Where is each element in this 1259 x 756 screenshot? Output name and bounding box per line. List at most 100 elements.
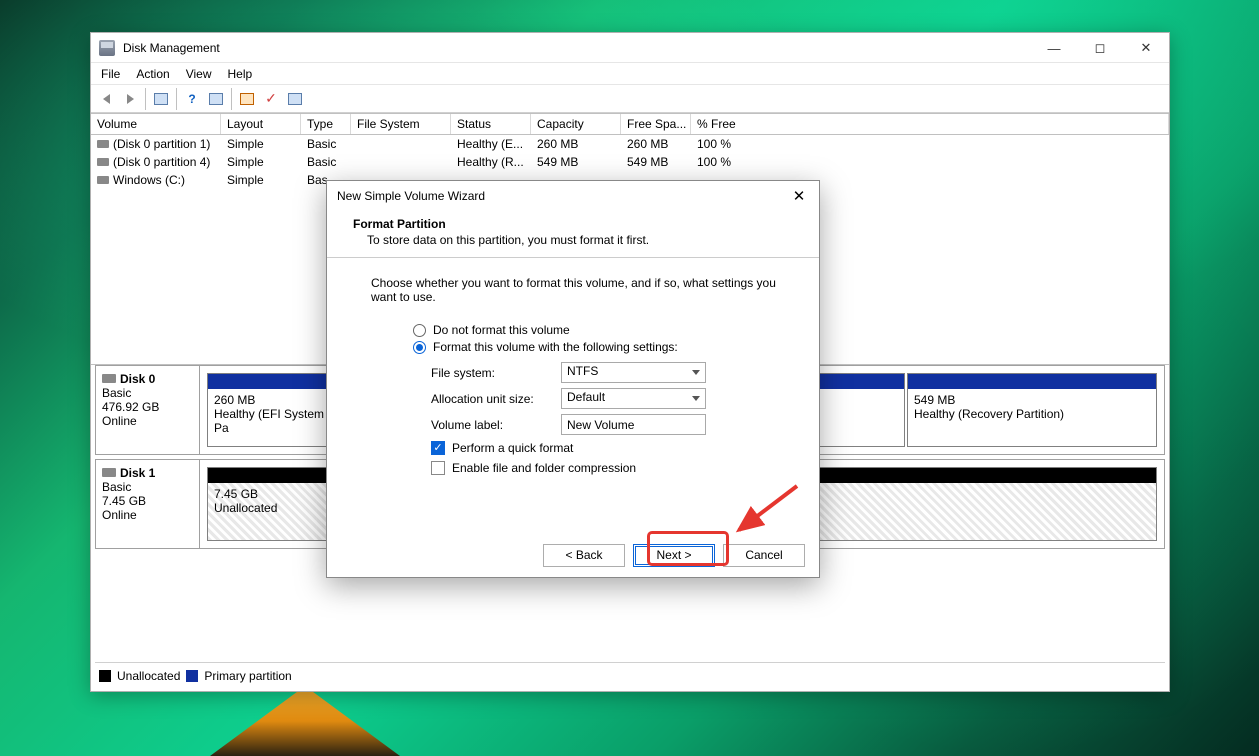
- volume-icon: [97, 158, 109, 166]
- disk-name: Disk 0: [120, 372, 155, 386]
- col-capacity[interactable]: Capacity: [531, 114, 621, 134]
- app-icon: [99, 40, 115, 56]
- table-row[interactable]: (Disk 0 partition 1) Simple Basic Health…: [91, 135, 1169, 153]
- field-label: File system:: [431, 366, 561, 380]
- col-layout[interactable]: Layout: [221, 114, 301, 134]
- volume-table-header: Volume Layout Type File System Status Ca…: [91, 113, 1169, 135]
- dialog-body: Choose whether you want to format this v…: [327, 258, 819, 533]
- checkbox-label: Perform a quick format: [452, 441, 573, 455]
- cell: Simple: [221, 172, 301, 188]
- titlebar[interactable]: Disk Management ― ◻ ✕: [91, 33, 1169, 63]
- toolbar-icon-1[interactable]: [150, 88, 172, 110]
- toolbar-icon-2[interactable]: [205, 88, 227, 110]
- cell: [351, 143, 451, 145]
- legend-swatch-unallocated: [99, 670, 111, 682]
- cell: (Disk 0 partition 1): [113, 137, 210, 151]
- legend-label: Primary partition: [204, 669, 291, 683]
- select-value: Default: [567, 390, 605, 404]
- cell: (Disk 0 partition 4): [113, 155, 210, 169]
- partition-status: Healthy (Recovery Partition): [914, 407, 1150, 421]
- toolbar-icon-3[interactable]: [236, 88, 258, 110]
- back-button[interactable]: < Back: [543, 544, 625, 567]
- separator: [145, 88, 146, 110]
- file-system-row: File system: NTFS: [431, 362, 793, 383]
- cell: Healthy (R...: [451, 154, 531, 170]
- cell: [351, 161, 451, 163]
- radio-label: Format this volume with the following se…: [433, 340, 678, 354]
- col-status[interactable]: Status: [451, 114, 531, 134]
- cell: Basic: [301, 154, 351, 170]
- dialog-close-button[interactable]: ✕: [785, 185, 813, 207]
- partition-header: [908, 374, 1156, 389]
- col-pctfree[interactable]: % Free: [691, 114, 1169, 134]
- col-volume[interactable]: Volume: [91, 114, 221, 134]
- quick-format-checkbox[interactable]: ✓ Perform a quick format: [431, 441, 793, 455]
- radio-icon: [413, 341, 426, 354]
- partition[interactable]: 260 MB Healthy (EFI System Pa: [207, 373, 337, 447]
- disk-type: Basic: [102, 480, 193, 494]
- field-label: Volume label:: [431, 418, 561, 432]
- field-label: Allocation unit size:: [431, 392, 561, 406]
- radio-do-not-format[interactable]: Do not format this volume: [413, 323, 793, 337]
- volume-label-input[interactable]: [561, 414, 706, 435]
- disk-type: Basic: [102, 386, 193, 400]
- cell: 100 %: [691, 136, 737, 152]
- checkbox-icon: ✓: [431, 441, 445, 455]
- cell: Healthy (E...: [451, 136, 531, 152]
- next-button[interactable]: Next >: [633, 544, 715, 567]
- menu-view[interactable]: View: [178, 65, 220, 83]
- disk-size: 7.45 GB: [102, 494, 193, 508]
- checkbox-icon: [431, 461, 445, 475]
- disk-name: Disk 1: [120, 466, 155, 480]
- partition[interactable]: 549 MB Healthy (Recovery Partition): [907, 373, 1157, 447]
- volume-label-row: Volume label:: [431, 414, 793, 435]
- menu-file[interactable]: File: [93, 65, 128, 83]
- disk-info: Disk 0 Basic 476.92 GB Online: [96, 366, 200, 454]
- file-system-select[interactable]: NTFS: [561, 362, 706, 383]
- table-row[interactable]: (Disk 0 partition 4) Simple Basic Health…: [91, 153, 1169, 171]
- volume-icon: [97, 140, 109, 148]
- minimize-button[interactable]: ―: [1031, 33, 1077, 63]
- toolbar-icon-5[interactable]: [284, 88, 306, 110]
- radio-label: Do not format this volume: [433, 323, 570, 337]
- cell: 260 MB: [531, 136, 621, 152]
- radio-format-volume[interactable]: Format this volume with the following se…: [413, 340, 793, 354]
- radio-icon: [413, 324, 426, 337]
- dialog-subheading: To store data on this partition, you mus…: [353, 231, 793, 247]
- volume-icon: [97, 176, 109, 184]
- menu-action[interactable]: Action: [128, 65, 177, 83]
- allocation-unit-select[interactable]: Default: [561, 388, 706, 409]
- cell: 549 MB: [621, 154, 691, 170]
- toolbar: ? ✓: [91, 85, 1169, 113]
- compression-checkbox[interactable]: Enable file and folder compression: [431, 461, 793, 475]
- menubar: File Action View Help: [91, 63, 1169, 85]
- new-simple-volume-wizard-dialog: New Simple Volume Wizard ✕ Format Partit…: [326, 180, 820, 578]
- forward-icon[interactable]: [119, 88, 141, 110]
- dialog-footer: < Back Next > Cancel: [327, 533, 819, 577]
- disk-icon: [102, 374, 116, 383]
- disk-size: 476.92 GB: [102, 400, 193, 414]
- maximize-button[interactable]: ◻: [1077, 33, 1123, 63]
- cancel-button[interactable]: Cancel: [723, 544, 805, 567]
- col-type[interactable]: Type: [301, 114, 351, 134]
- partition-status: Healthy (EFI System Pa: [214, 407, 330, 435]
- close-button[interactable]: ✕: [1123, 33, 1169, 63]
- cell: Windows (C:): [113, 173, 185, 187]
- back-icon[interactable]: [95, 88, 117, 110]
- legend-swatch-primary: [186, 670, 198, 682]
- dialog-heading: Format Partition: [353, 217, 446, 231]
- disk-info: Disk 1 Basic 7.45 GB Online: [96, 460, 200, 548]
- partition-size: 549 MB: [914, 393, 1150, 407]
- dialog-header: Format Partition To store data on this p…: [327, 211, 819, 258]
- dialog-instruction: Choose whether you want to format this v…: [353, 276, 793, 320]
- dialog-titlebar[interactable]: New Simple Volume Wizard ✕: [327, 181, 819, 211]
- col-free[interactable]: Free Spa...: [621, 114, 691, 134]
- cell: Simple: [221, 154, 301, 170]
- disk-status: Online: [102, 414, 193, 428]
- col-filesystem[interactable]: File System: [351, 114, 451, 134]
- separator: [231, 88, 232, 110]
- menu-help[interactable]: Help: [220, 65, 261, 83]
- window-title: Disk Management: [123, 41, 220, 55]
- help-icon[interactable]: ?: [181, 88, 203, 110]
- toolbar-icon-4[interactable]: ✓: [260, 88, 282, 110]
